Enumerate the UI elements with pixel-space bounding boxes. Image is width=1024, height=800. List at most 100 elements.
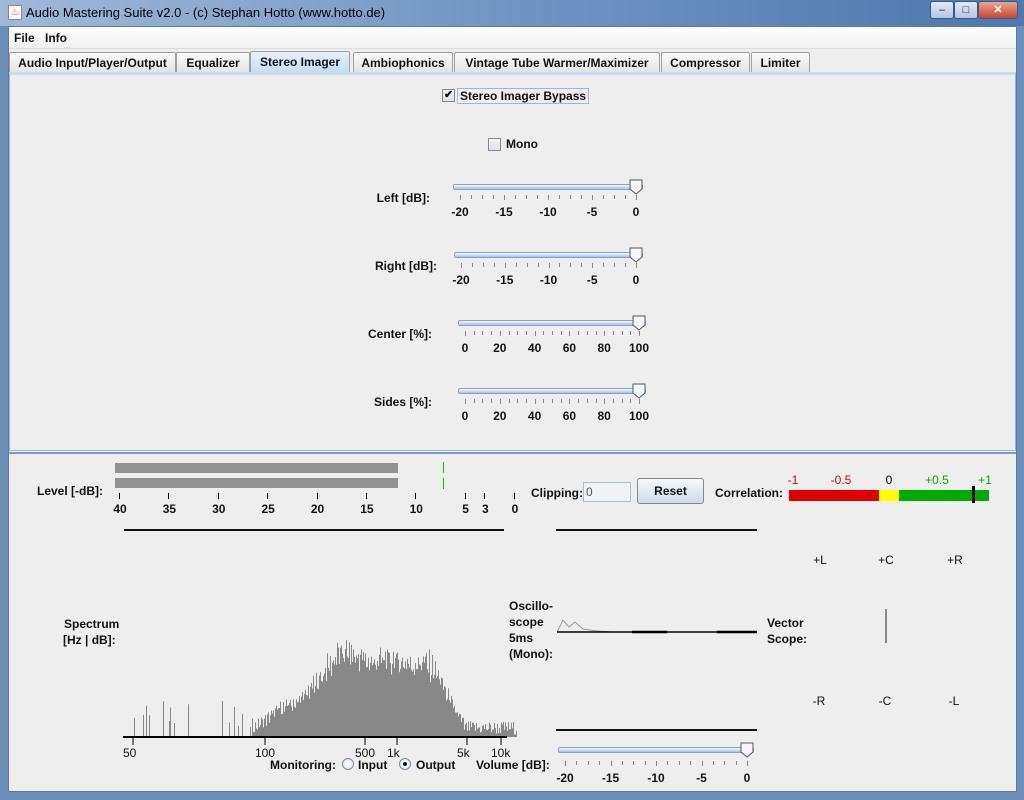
bypass-checkbox[interactable]: ✔ <box>442 89 455 102</box>
tab-stereo-imager[interactable]: Stereo Imager <box>250 51 350 72</box>
level-baseline <box>124 529 504 531</box>
spectrum-bar <box>371 656 372 737</box>
oscilloscope-baseline <box>556 729 757 731</box>
clipping-field[interactable]: 0 <box>583 482 631 502</box>
spectrum-tick-label: 500 <box>355 746 376 760</box>
volume-tick-label: 0 <box>743 771 751 785</box>
center-pct-thumb[interactable] <box>632 315 646 331</box>
spectrum-bar <box>453 707 454 737</box>
clip-baseline <box>556 529 757 531</box>
spectrum-bar <box>274 716 275 737</box>
oscilloscope-label: Oscillo- <box>509 599 554 613</box>
correlation-tick-label: 0 <box>885 473 893 487</box>
spectrum-bar <box>381 663 382 737</box>
slider-tick <box>592 263 594 268</box>
volume-thumb[interactable] <box>740 742 754 758</box>
spectrum-bar <box>250 726 251 737</box>
left-db-thumb[interactable] <box>629 179 643 195</box>
slider-tick <box>595 399 597 403</box>
spectrum-bar <box>311 682 312 737</box>
center-pct-track[interactable] <box>458 320 646 326</box>
slider-tick <box>461 263 462 268</box>
spectrum-bar <box>414 675 415 737</box>
spectrum-bar <box>486 729 487 737</box>
spectrum-bar <box>404 668 405 737</box>
spectrum-bar <box>372 665 373 737</box>
slider-tick-label: -10 <box>539 205 557 219</box>
maximize-button[interactable]: □ <box>954 1 978 19</box>
level-tick-label: 3 <box>482 502 489 516</box>
spectrum-bar <box>403 667 404 737</box>
spectrum-bar <box>300 702 301 737</box>
spectrum-bar <box>256 728 257 737</box>
slider-tick <box>621 399 623 403</box>
slider-tick <box>630 331 632 335</box>
volume-track[interactable] <box>558 747 754 753</box>
level-tick-label: 25 <box>261 502 275 516</box>
vectorscope-label-2: Scope: <box>767 632 808 646</box>
spectrum-bar <box>343 657 344 737</box>
volume-tick <box>724 761 726 765</box>
volume-tick-label: -5 <box>696 771 707 785</box>
slider-tick-label: 20 <box>493 341 507 355</box>
slider-tick <box>570 263 572 267</box>
spectrum-tick-label: 50 <box>123 746 137 760</box>
menu-info[interactable]: Info <box>45 31 67 45</box>
sides-pct-track[interactable] <box>458 388 646 394</box>
spectrum-bar <box>262 719 263 737</box>
spectrum-bar <box>337 642 338 737</box>
right-db-label: Right [dB]: <box>375 259 437 273</box>
right-db-thumb[interactable] <box>629 247 643 263</box>
volume-tick <box>678 761 680 765</box>
spectrum-bar <box>349 642 350 737</box>
minimize-button[interactable]: – <box>930 1 954 19</box>
tab-audio-input-player-output[interactable]: Audio Input/Player/Output <box>9 52 176 72</box>
spectrum-bar <box>394 667 395 737</box>
spectrum-bar <box>340 647 341 737</box>
spectrum-bar <box>406 668 407 737</box>
tab-compressor[interactable]: Compressor <box>661 52 750 72</box>
slider-tick-label: -5 <box>586 273 598 287</box>
tab-ambiophonics[interactable]: Ambiophonics <box>353 52 453 72</box>
slider-tick-label: 40 <box>527 409 542 423</box>
slider-tick-label: 80 <box>597 341 611 355</box>
vectorscope-bottom-label: -C <box>878 694 892 708</box>
spectrum-bar <box>462 718 463 737</box>
spectrum-bar <box>323 675 324 737</box>
tab-equalizer[interactable]: Equalizer <box>176 52 250 72</box>
spectrum-bar <box>493 729 494 737</box>
tab-limiter[interactable]: Limiter <box>751 52 810 72</box>
monitoring-input-radio[interactable] <box>342 758 354 770</box>
spectrum-bar <box>287 705 288 737</box>
sides-pct-thumb[interactable] <box>632 383 646 399</box>
spectrum-bar <box>487 730 488 737</box>
spectrum-bar <box>417 669 418 737</box>
spectrum-bar <box>452 699 453 737</box>
left-db-track[interactable] <box>453 184 643 190</box>
reset-button[interactable]: Reset <box>637 478 704 504</box>
spectrum-bar <box>443 689 444 737</box>
spectrum-bar <box>514 734 515 737</box>
spectrum-bar <box>506 726 507 737</box>
monitoring-output-radio[interactable] <box>399 758 411 770</box>
spectrum-bar <box>324 673 325 737</box>
spectrum-bar <box>488 728 489 737</box>
spectrum-bar <box>503 721 504 737</box>
spectrum-bar <box>456 712 457 737</box>
slider-tick <box>552 399 553 403</box>
menu-file[interactable]: File <box>14 31 35 45</box>
slider-tick <box>526 263 528 267</box>
bypass-label: Stereo Imager Bypass <box>457 88 590 104</box>
tab-vintage-tube-warmer-maximizer[interactable]: Vintage Tube Warmer/Maximizer <box>454 52 660 72</box>
slider-tick <box>569 399 571 404</box>
spectrum-bar <box>391 674 392 737</box>
right-db-track[interactable] <box>454 252 643 258</box>
spectrum-bar <box>429 649 430 737</box>
window-title: Audio Mastering Suite v2.0 - (c) Stephan… <box>26 5 386 20</box>
correlation-positive-zone <box>899 490 989 501</box>
sides-pct-label: Sides [%]: <box>373 395 432 409</box>
close-button[interactable]: ✕ <box>978 1 1018 19</box>
spectrum-bar <box>494 723 495 737</box>
spectrum-bar <box>229 722 230 737</box>
mono-checkbox[interactable] <box>488 138 501 151</box>
